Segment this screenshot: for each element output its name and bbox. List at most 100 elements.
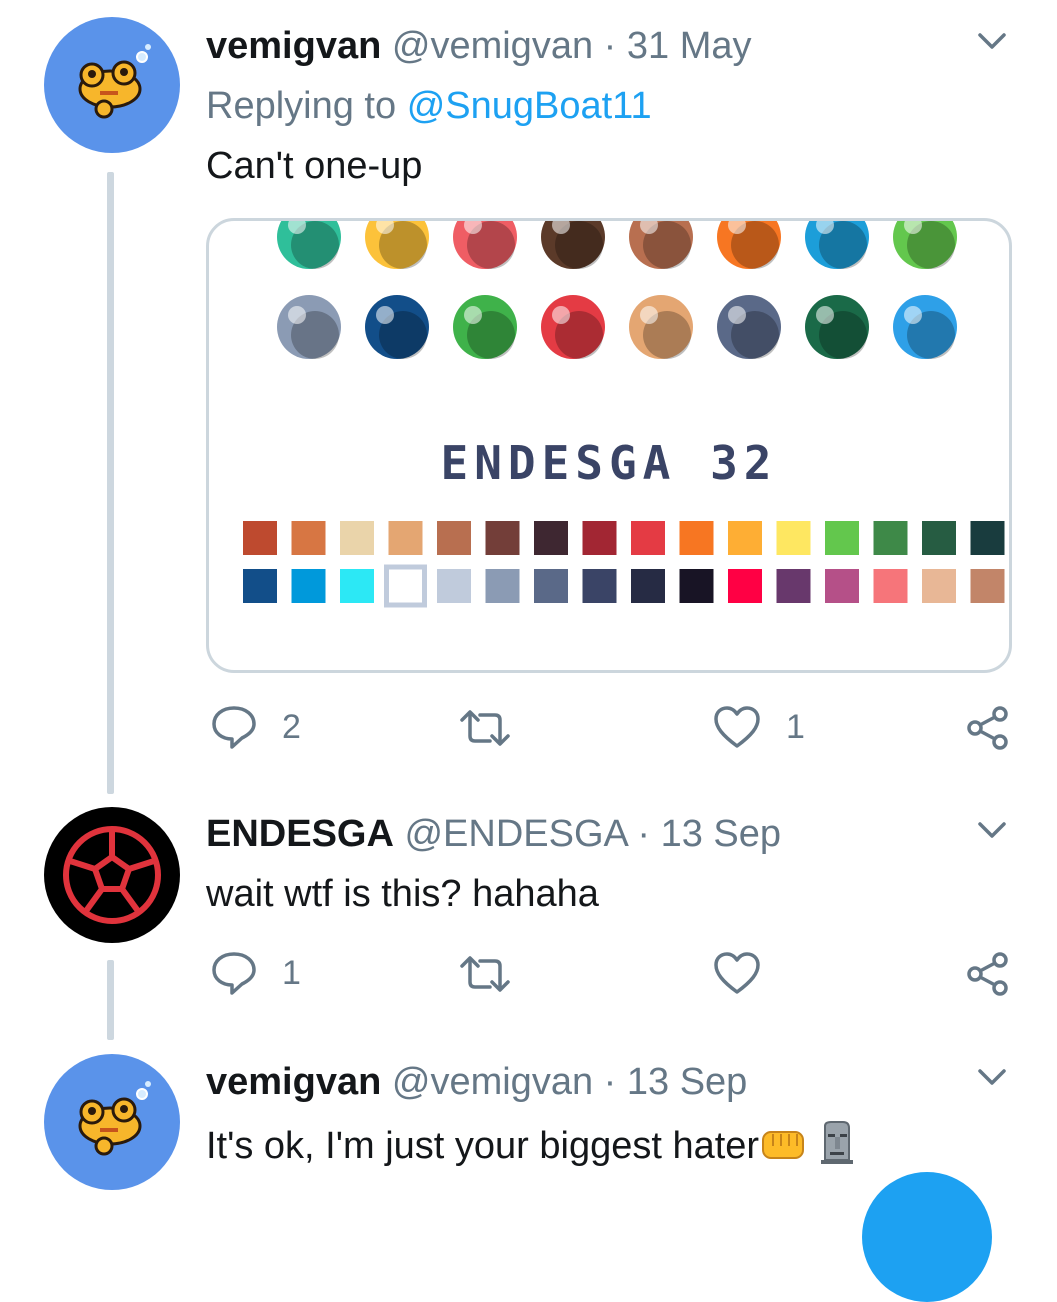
palette-swatch: [437, 521, 471, 555]
reply-icon: [212, 706, 256, 749]
reply-button[interactable]: 1: [210, 950, 301, 996]
palette-orb: [365, 221, 429, 269]
palette-swatch: [340, 521, 374, 555]
tweet-date[interactable]: 13 Sep: [627, 1061, 747, 1103]
palette-swatch: [922, 569, 956, 603]
avatar[interactable]: [44, 17, 180, 153]
palette-swatch: [340, 569, 374, 603]
tweet-text: wait wtf is this? hahaha: [206, 873, 599, 915]
avatar[interactable]: [44, 807, 180, 943]
moai-emoji: [821, 1121, 854, 1164]
share-button[interactable]: [964, 705, 1012, 751]
display-name[interactable]: vemigvan: [206, 1061, 381, 1103]
separator-dot: ·: [603, 25, 617, 67]
palette-swatch: [922, 521, 956, 555]
palette-swatch: [728, 521, 762, 555]
palette-orb: [805, 295, 869, 359]
palette-swatch: [388, 521, 423, 555]
frog-avatar-icon: [78, 1081, 151, 1156]
reply-icon: [212, 952, 256, 995]
share-icon: [967, 706, 1008, 750]
palette-swatch: [776, 569, 811, 603]
palette-swatch: [534, 569, 568, 603]
user-handle[interactable]: @vemigvan: [392, 1061, 593, 1103]
palette-orb: [629, 295, 693, 359]
display-name[interactable]: vemigvan: [206, 25, 381, 67]
palette-orb: [277, 295, 341, 359]
retweet-button[interactable]: [458, 954, 512, 994]
tweet-header: vemigvan @vemigvan · 31 May: [206, 24, 752, 68]
palette-swatch: [970, 521, 1005, 555]
palette-orb: [541, 221, 605, 269]
frog-avatar-icon: [78, 44, 151, 119]
replying-to-label: Replying to: [206, 85, 397, 127]
palette-orb: [453, 221, 517, 269]
palette-swatch: [243, 521, 277, 555]
like-button[interactable]: 1: [712, 704, 805, 750]
palette-swatch: [825, 521, 859, 555]
chevron-down-icon[interactable]: [972, 1062, 1012, 1092]
palette-swatch: [243, 569, 277, 603]
palette-orb: [365, 295, 429, 359]
palette-swatch: [631, 569, 665, 603]
palette-orb: [717, 221, 781, 269]
tweet-header: ENDESGA @ENDESGA · 13 Sep: [206, 812, 781, 856]
palette-swatch: [873, 521, 908, 555]
palette-swatch: [534, 521, 568, 555]
palette-swatch: [970, 569, 1005, 603]
chevron-down-icon[interactable]: [972, 26, 1012, 56]
palette-image: ENDESGA 32: [243, 221, 1005, 608]
palette-swatch: [728, 569, 762, 603]
heart-icon: [714, 706, 760, 748]
palette-orb: [453, 295, 517, 359]
like-button[interactable]: [712, 950, 762, 996]
palette-orb: [805, 221, 869, 269]
reply-button[interactable]: 2: [210, 704, 301, 750]
palette-swatch: [776, 521, 811, 555]
tweet-date[interactable]: 31 May: [627, 25, 752, 67]
palette-orb: [277, 221, 341, 269]
tweet-text-content: It's ok, I'm just your biggest hater: [206, 1125, 760, 1167]
palette-orb: [717, 295, 781, 359]
thread-line: [107, 172, 114, 794]
share-button[interactable]: [964, 951, 1012, 997]
palette-swatch: [485, 521, 520, 555]
palette-swatch: [679, 569, 714, 603]
palette-swatch: [631, 521, 665, 555]
palette-title: ENDESGA 32: [441, 436, 778, 490]
dodecahedron-logo-icon: [63, 826, 161, 924]
palette-swatch: [582, 569, 617, 603]
user-handle[interactable]: @vemigvan: [392, 25, 593, 67]
display-name[interactable]: ENDESGA: [206, 813, 394, 855]
share-icon: [967, 952, 1008, 996]
palette-orb: [541, 295, 605, 359]
palette-swatch: [291, 521, 326, 555]
user-handle[interactable]: @ENDESGA: [404, 813, 626, 855]
reply-count: 1: [282, 953, 301, 992]
palette-swatch: [873, 569, 908, 603]
replying-to: Replying to @SnugBoat11: [206, 84, 652, 128]
chevron-down-icon[interactable]: [972, 815, 1012, 845]
palette-orb: [893, 221, 957, 269]
separator-dot: ·: [603, 1061, 617, 1103]
oncoming-fist-emoji: [762, 1131, 805, 1159]
heart-icon: [714, 952, 760, 994]
avatar[interactable]: [44, 1054, 180, 1190]
reply-count: 2: [282, 707, 301, 746]
tweet-image[interactable]: ENDESGA 32: [206, 218, 1012, 673]
tweet-date[interactable]: 13 Sep: [661, 813, 781, 855]
retweet-icon: [460, 710, 510, 746]
palette-swatch: [437, 569, 471, 603]
palette-swatch: [291, 569, 326, 603]
palette-swatch: [384, 564, 427, 608]
tweet-text: Can't one-up: [206, 145, 423, 187]
palette-swatch: [485, 569, 520, 603]
palette-orb: [893, 295, 957, 359]
thread-line: [107, 960, 114, 1040]
mention-link[interactable]: @SnugBoat11: [407, 85, 652, 127]
palette-orb: [629, 221, 693, 269]
compose-button[interactable]: [862, 1172, 992, 1302]
palette-swatch: [825, 569, 859, 603]
palette-swatch: [582, 521, 617, 555]
retweet-button[interactable]: [458, 708, 512, 748]
